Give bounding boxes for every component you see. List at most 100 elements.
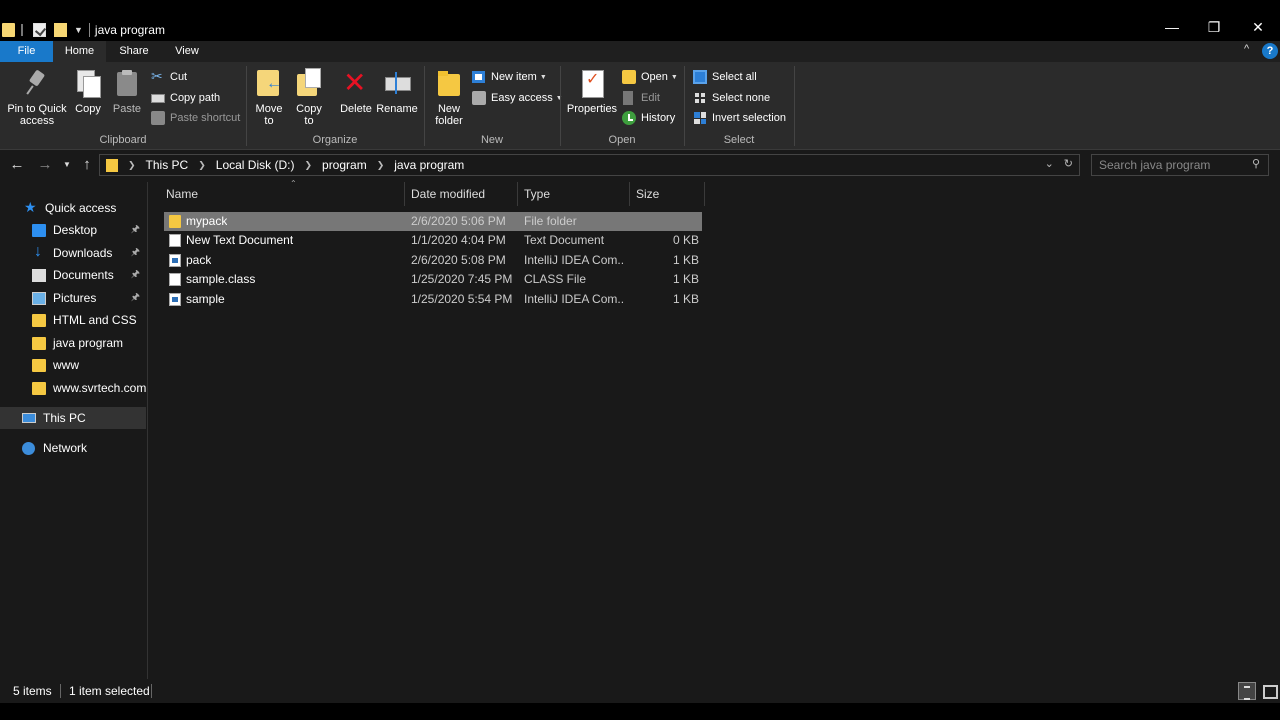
address-bar[interactable]: ❯ This PC ❯ Local Disk (D:) ❯ program ❯ … bbox=[99, 154, 1080, 176]
delete-button[interactable]: Delete bbox=[338, 68, 374, 115]
up-arrow-icon[interactable]: ↑ bbox=[78, 155, 96, 175]
file-type: File folder bbox=[524, 214, 577, 228]
breadcrumb-java-program[interactable]: java program bbox=[394, 158, 464, 172]
ribbon: Pin to Quick access Copy Paste Cut Copy … bbox=[0, 62, 1280, 150]
nav-label: Pictures bbox=[53, 291, 97, 305]
chevron-right-icon[interactable]: ❯ bbox=[198, 160, 206, 171]
file-name: sample.class bbox=[186, 272, 256, 286]
table-row[interactable]: New Text Document 1/1/2020 4:04 PM Text … bbox=[164, 231, 702, 250]
copy-path-label: Copy path bbox=[170, 92, 221, 104]
separator bbox=[21, 24, 23, 36]
properties-button[interactable]: Properties bbox=[566, 68, 618, 115]
select-none-icon bbox=[693, 91, 707, 105]
easy-access-button[interactable]: Easy access ▼ bbox=[472, 89, 563, 107]
help-icon[interactable]: ? bbox=[1262, 43, 1278, 59]
cut-button[interactable]: Cut bbox=[151, 68, 187, 86]
copy-path-icon bbox=[151, 93, 165, 103]
sort-ascending-icon: ⌃ bbox=[290, 179, 297, 188]
copy-to-button[interactable]: Copy to bbox=[292, 68, 326, 127]
copy-button[interactable]: Copy bbox=[72, 68, 104, 115]
edit-button[interactable]: Edit bbox=[622, 89, 660, 107]
refresh-icon[interactable]: ↻ bbox=[1064, 157, 1073, 170]
new-folder-button[interactable]: New folder bbox=[430, 68, 468, 127]
new-folder-icon[interactable] bbox=[54, 23, 67, 37]
breadcrumb-program[interactable]: program bbox=[322, 158, 367, 172]
tab-view[interactable]: View bbox=[165, 41, 209, 62]
select-none-button[interactable]: Select none bbox=[693, 89, 770, 107]
breadcrumb-local-disk[interactable]: Local Disk (D:) bbox=[216, 158, 295, 172]
paste-button[interactable]: Paste bbox=[110, 68, 144, 115]
select-all-button[interactable]: Select all bbox=[693, 68, 757, 86]
nav-network[interactable]: Network bbox=[0, 437, 146, 459]
file-date: 2/6/2020 5:08 PM bbox=[411, 253, 506, 267]
nav-item-documents[interactable]: Documents 🖈 bbox=[0, 264, 146, 286]
minimize-button[interactable]: — bbox=[1162, 17, 1182, 37]
copy-to-label: Copy to bbox=[296, 103, 322, 127]
column-header-name[interactable]: ⌃ Name bbox=[160, 179, 405, 206]
dropdown-caret-icon: ▼ bbox=[539, 73, 547, 81]
move-to-button[interactable]: Move to bbox=[252, 68, 286, 127]
chevron-right-icon[interactable]: ❯ bbox=[304, 160, 312, 171]
new-item-button[interactable]: New item ▼ bbox=[472, 68, 547, 86]
move-to-label: Move to bbox=[255, 103, 283, 127]
rename-button[interactable]: Rename bbox=[376, 68, 418, 115]
nav-this-pc[interactable]: This PC bbox=[0, 407, 146, 429]
paste-shortcut-button[interactable]: Paste shortcut bbox=[151, 109, 240, 127]
pin-icon bbox=[23, 68, 51, 98]
search-box[interactable]: ⚲ bbox=[1091, 154, 1269, 176]
column-header-date[interactable]: Date modified bbox=[405, 182, 518, 206]
dropdown-caret-icon: ▼ bbox=[670, 73, 678, 81]
restore-button[interactable]: ❐ bbox=[1204, 17, 1224, 37]
column-header-size[interactable]: Size bbox=[630, 182, 705, 206]
nav-item-pictures[interactable]: Pictures 🖈 bbox=[0, 287, 146, 309]
search-input[interactable] bbox=[1092, 155, 1242, 175]
properties-icon[interactable] bbox=[33, 23, 46, 37]
customize-toolbar-icon[interactable]: ▼ bbox=[74, 25, 83, 35]
invert-selection-button[interactable]: Invert selection bbox=[693, 109, 786, 127]
copy-path-button[interactable]: Copy path bbox=[151, 89, 220, 107]
nav-item-java-program[interactable]: java program bbox=[0, 332, 146, 354]
history-button[interactable]: History bbox=[622, 109, 675, 127]
select-all-label: Select all bbox=[712, 71, 757, 83]
file-type: Text Document bbox=[524, 233, 605, 247]
column-header-type[interactable]: Type bbox=[518, 182, 630, 206]
nav-item-desktop[interactable]: Desktop 🖈 bbox=[0, 219, 146, 241]
nav-item-svrtech[interactable]: www.svrtech.com bbox=[0, 377, 146, 399]
delete-label: Delete bbox=[340, 103, 372, 115]
nav-item-html-and-css[interactable]: HTML and CSS bbox=[0, 309, 146, 331]
tab-home[interactable]: Home bbox=[53, 41, 106, 62]
class-file-icon bbox=[169, 273, 181, 286]
details-view-icon[interactable] bbox=[1238, 682, 1256, 700]
computer-icon bbox=[22, 413, 36, 423]
file-date: 1/1/2020 4:04 PM bbox=[411, 233, 506, 247]
table-row[interactable]: sample 1/25/2020 5:54 PM IntelliJ IDEA C… bbox=[164, 290, 702, 309]
chevron-down-icon[interactable]: ⌄ bbox=[1045, 157, 1054, 170]
rename-label: Rename bbox=[376, 103, 418, 115]
nav-item-downloads[interactable]: Downloads 🖈 bbox=[0, 242, 146, 264]
collapse-ribbon-icon[interactable]: ^ bbox=[1244, 43, 1249, 55]
breadcrumb-this-pc[interactable]: This PC bbox=[146, 158, 189, 172]
nav-quick-access[interactable]: Quick access bbox=[0, 197, 146, 219]
back-arrow-icon[interactable]: ← bbox=[8, 155, 26, 175]
edit-icon bbox=[622, 91, 636, 105]
file-type: CLASS File bbox=[524, 272, 587, 286]
table-row[interactable]: sample.class 1/25/2020 7:45 PM CLASS Fil… bbox=[164, 270, 702, 289]
tab-share[interactable]: Share bbox=[111, 41, 157, 62]
tab-file[interactable]: File bbox=[0, 41, 53, 62]
recent-locations-icon[interactable]: ▼ bbox=[60, 155, 74, 175]
table-row[interactable]: pack 2/6/2020 5:08 PM IntelliJ IDEA Com.… bbox=[164, 251, 702, 270]
table-row[interactable]: mypack 2/6/2020 5:06 PM File folder bbox=[164, 212, 702, 231]
nav-label: Documents bbox=[53, 268, 114, 282]
close-button[interactable]: ✕ bbox=[1248, 17, 1268, 37]
nav-label: Desktop bbox=[53, 223, 98, 237]
text-file-icon bbox=[169, 234, 181, 247]
forward-arrow-icon[interactable]: → bbox=[36, 155, 54, 175]
file-date: 1/25/2020 7:45 PM bbox=[411, 272, 513, 286]
chevron-right-icon[interactable]: ❯ bbox=[128, 160, 136, 171]
open-button[interactable]: Open ▼ bbox=[622, 68, 678, 86]
chevron-right-icon[interactable]: ❯ bbox=[377, 160, 385, 171]
nav-item-www[interactable]: www bbox=[0, 354, 146, 376]
folder-icon bbox=[32, 381, 46, 395]
pin-to-quick-access-button[interactable]: Pin to Quick access bbox=[4, 68, 70, 127]
large-icons-view-icon[interactable] bbox=[1260, 682, 1278, 700]
